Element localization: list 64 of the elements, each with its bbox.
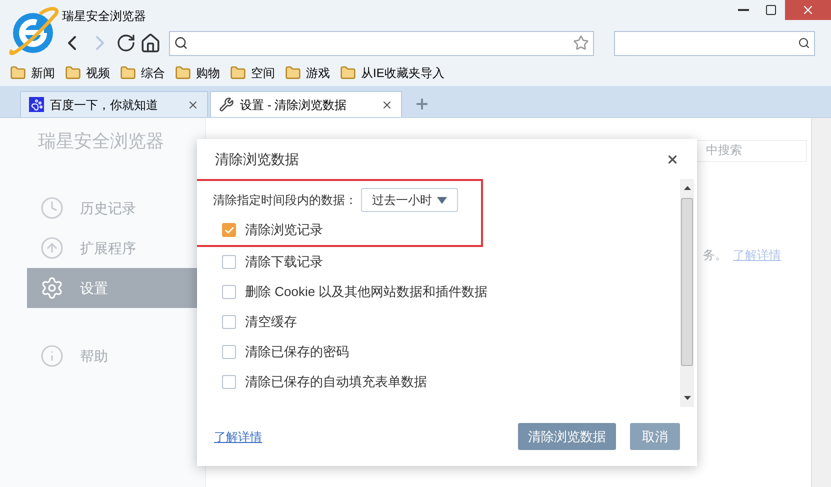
- folder-icon: [285, 65, 301, 81]
- browser-logo-icon: [6, 4, 60, 58]
- info-icon: [40, 344, 64, 368]
- new-tab-icon[interactable]: [414, 96, 430, 112]
- option-label: 删除 Cookie 以及其他网站数据和插件数据: [245, 283, 488, 302]
- option-label: 清空缓存: [245, 313, 297, 332]
- folder-icon: [340, 65, 356, 81]
- close-button[interactable]: [785, 0, 831, 20]
- star-icon[interactable]: [573, 35, 589, 51]
- option-label: 清除已保存的自动填充表单数据: [245, 373, 427, 392]
- sidebar-brand: 瑞星安全浏览器: [38, 130, 165, 153]
- home-icon[interactable]: [140, 32, 161, 54]
- close-icon: [801, 3, 815, 17]
- search-icon: [174, 36, 188, 50]
- checkbox[interactable]: [222, 255, 236, 269]
- learn-more-link[interactable]: 了解详情: [214, 428, 504, 446]
- folder-icon: [120, 65, 136, 81]
- scroll-up-icon[interactable]: [684, 186, 690, 190]
- bookmark-item[interactable]: 综合: [120, 64, 165, 82]
- option-label: 清除已保存的密码: [245, 343, 349, 362]
- clock-icon: [40, 196, 64, 220]
- bookmark-item[interactable]: 从IE收藏夹导入: [340, 64, 444, 82]
- bookmark-item[interactable]: 视频: [65, 64, 110, 82]
- bookmark-item[interactable]: 新闻: [10, 64, 55, 82]
- wrench-icon: [219, 97, 234, 112]
- scroll-down-icon[interactable]: [684, 396, 690, 400]
- folder-icon: [10, 65, 26, 81]
- refresh-icon[interactable]: [116, 33, 136, 53]
- checkbox[interactable]: [222, 315, 236, 329]
- dropdown-caret-icon: [437, 196, 447, 204]
- checkbox[interactable]: [222, 285, 236, 299]
- bookmark-item[interactable]: 游戏: [285, 64, 330, 82]
- address-field[interactable]: [169, 30, 594, 56]
- checkbox[interactable]: [222, 345, 236, 359]
- folder-icon: [230, 65, 246, 81]
- time-range-dropdown[interactable]: 过去一小时: [361, 188, 458, 212]
- range-label: 清除指定时间段内的数据：: [213, 192, 357, 209]
- upload-icon: [40, 236, 64, 260]
- paw-icon: [29, 97, 44, 112]
- option-label: 清除下载记录: [245, 253, 323, 272]
- tab[interactable]: 百度一下，你就知道: [20, 91, 208, 117]
- checkbox[interactable]: [222, 375, 236, 389]
- page-text: 务。: [703, 247, 727, 264]
- minimize-icon: [738, 9, 748, 11]
- tab[interactable]: 设置 - 清除浏览数据: [210, 91, 402, 117]
- bookmark-item[interactable]: 购物: [175, 64, 220, 82]
- search-field[interactable]: [614, 30, 815, 56]
- search-icon[interactable]: [798, 37, 810, 49]
- tab-close-icon[interactable]: [381, 98, 393, 110]
- dialog-title: 清除浏览数据: [215, 150, 300, 168]
- maximize-icon: [765, 4, 777, 16]
- folder-icon: [65, 65, 81, 81]
- folder-icon: [175, 65, 191, 81]
- page-scrollbar[interactable]: [811, 118, 831, 487]
- bookmark-item[interactable]: 空间: [230, 64, 275, 82]
- window-title: 瑞星安全浏览器: [62, 8, 146, 25]
- option-label: 清除浏览记录: [245, 221, 323, 240]
- tab-close-icon[interactable]: [187, 98, 199, 110]
- close-icon[interactable]: [666, 152, 679, 166]
- scrollbar-thumb[interactable]: [681, 198, 693, 366]
- checkmark-icon: [224, 224, 234, 236]
- checkbox[interactable]: [222, 223, 236, 237]
- settings-icon: [40, 276, 64, 300]
- dialog-scrollbar[interactable]: [680, 179, 694, 407]
